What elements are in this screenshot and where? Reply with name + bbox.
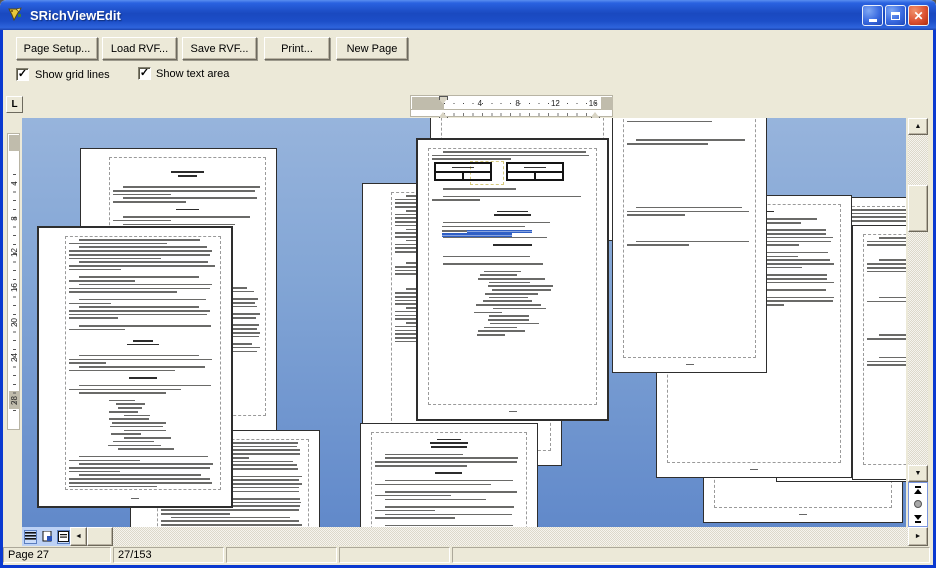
- hruler-number: 4: [478, 99, 482, 108]
- vertical-scrollbar: ▲ ▼: [908, 118, 928, 527]
- page-view-icon: [42, 531, 53, 542]
- page-number-mark: [799, 514, 807, 516]
- horizontal-scroll-thumb[interactable]: [87, 527, 113, 546]
- close-button[interactable]: ✕: [908, 5, 929, 26]
- vruler-number: 28: [10, 394, 19, 407]
- minimize-icon: [869, 19, 877, 22]
- status-panel-4: [339, 547, 450, 563]
- page-number-mark: [750, 469, 758, 471]
- page-number-mark: [686, 364, 694, 366]
- check-icon: ✓: [18, 69, 27, 80]
- main-area: 4 8 12 16 20 24 28 ▲ ▼: [3, 118, 933, 527]
- vertical-ruler: 4 8 12 16 20 24 28: [7, 133, 20, 430]
- browse-select-icon: [914, 500, 922, 508]
- hanging-indent-marker[interactable]: [439, 108, 447, 117]
- window-title: SRichViewEdit: [30, 8, 121, 23]
- vruler-number: 4: [10, 177, 19, 190]
- view-mode-layout-button[interactable]: [57, 530, 70, 544]
- hruler-number: 12: [551, 99, 560, 108]
- page-number-mark: [131, 498, 139, 500]
- previous-page-button[interactable]: [911, 484, 925, 496]
- right-indent-marker[interactable]: [591, 108, 599, 117]
- status-panel-5: [452, 547, 930, 563]
- vertical-scroll-thumb[interactable]: [908, 185, 928, 232]
- document-page[interactable]: [612, 118, 767, 373]
- document-page[interactable]: [852, 225, 906, 480]
- show-text-area-checkbox[interactable]: ✓: [138, 67, 151, 80]
- first-line-indent-marker[interactable]: [439, 99, 447, 108]
- document-page[interactable]: [416, 138, 609, 421]
- window-border-left: [0, 28, 3, 568]
- scroll-right-button[interactable]: ►: [908, 527, 928, 546]
- vruler-number: 8: [10, 212, 19, 225]
- next-page-icon: [914, 515, 922, 523]
- app-icon: [7, 6, 25, 24]
- layout-view-icon: [58, 531, 69, 542]
- horizontal-scrollbar: ◄ ►: [3, 527, 933, 546]
- maximize-icon: [891, 12, 900, 20]
- status-page-label: Page 27: [3, 547, 111, 563]
- vruler-number: 16: [10, 281, 19, 294]
- previous-page-icon: [914, 486, 922, 494]
- document-tables: [432, 162, 593, 185]
- view-mode-panel: [22, 527, 70, 546]
- vruler-number: 20: [10, 316, 19, 329]
- horizontal-ruler: 4 8 12 16: [410, 95, 613, 118]
- ruler-zone: L 4 8 12 16: [3, 85, 933, 118]
- scroll-left-button[interactable]: ◄: [70, 527, 87, 546]
- status-page-count: 27/153: [113, 547, 224, 563]
- title-bar[interactable]: SRichViewEdit ✕: [0, 0, 936, 30]
- print-button[interactable]: Print...: [264, 37, 330, 60]
- ruler-corner-button[interactable]: L: [6, 96, 23, 113]
- show-grid-lines-label: Show grid lines: [35, 69, 110, 81]
- next-page-button[interactable]: [911, 513, 925, 525]
- document-viewport[interactable]: [22, 118, 906, 527]
- show-text-area-label: Show text area: [156, 68, 229, 80]
- horizontal-scroll-track[interactable]: [113, 527, 908, 546]
- scroll-down-button[interactable]: ▼: [908, 465, 928, 482]
- minimize-button[interactable]: [862, 5, 883, 26]
- close-icon: ✕: [913, 10, 923, 22]
- save-rvf-button[interactable]: Save RVF...: [182, 37, 257, 60]
- hruler-number: 16: [589, 99, 598, 108]
- status-panel-3: [226, 547, 337, 563]
- vruler-number: 24: [10, 351, 19, 364]
- view-mode-page-button[interactable]: [40, 530, 53, 544]
- browse-select-button[interactable]: [911, 498, 925, 510]
- new-page-button[interactable]: New Page: [336, 37, 408, 60]
- mini-table: [506, 162, 564, 181]
- mini-table: [434, 162, 492, 181]
- hruler-number: 8: [515, 99, 519, 108]
- browse-nav-strip: [908, 482, 928, 527]
- maximize-button[interactable]: [885, 5, 906, 26]
- document-page[interactable]: [360, 423, 538, 527]
- scroll-up-button[interactable]: ▲: [908, 118, 928, 135]
- view-mode-normal-button[interactable]: [24, 530, 37, 544]
- vruler-number: 12: [10, 246, 19, 259]
- page-setup-button[interactable]: Page Setup...: [16, 37, 98, 60]
- toolbar: Page Setup... Load RVF... Save RVF... Pr…: [3, 30, 933, 85]
- check-icon: ✓: [140, 68, 149, 79]
- status-bar: Page 27 27/153: [3, 546, 933, 565]
- lines-view-icon: [25, 532, 36, 541]
- load-rvf-button[interactable]: Load RVF...: [102, 37, 177, 60]
- application-window: SRichViewEdit ✕ Page Setup... Load RVF..…: [0, 0, 936, 568]
- show-grid-lines-checkbox[interactable]: ✓: [16, 68, 29, 81]
- document-page[interactable]: [37, 226, 233, 508]
- page-number-mark: [509, 411, 517, 413]
